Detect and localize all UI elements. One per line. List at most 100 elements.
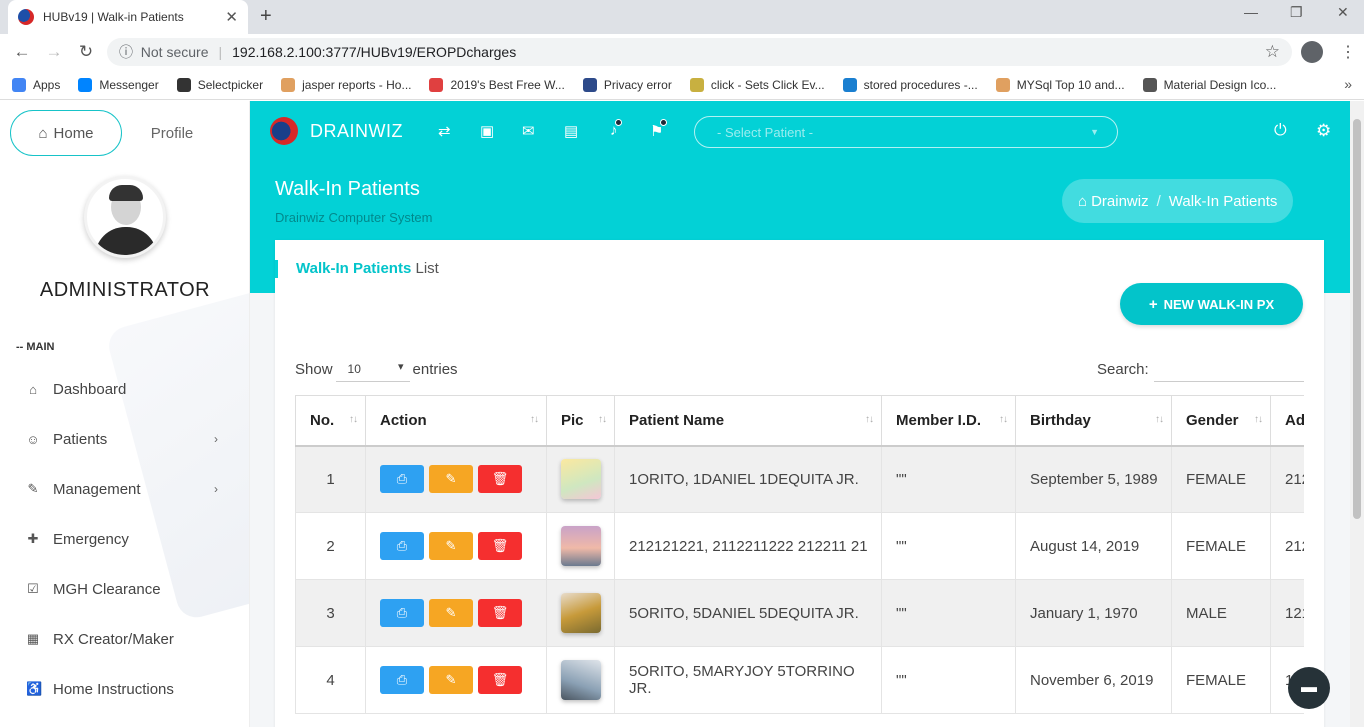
bookmark-item[interactable]: stored procedures -... (842, 77, 978, 92)
mail-icon[interactable]: ✉ (522, 122, 535, 140)
account-avatar-icon[interactable] (1301, 41, 1323, 63)
search-input[interactable] (1153, 356, 1304, 382)
column-header[interactable]: Pic ↑↓ (546, 395, 615, 447)
bell-icon[interactable]: ♪ (610, 119, 622, 139)
sidebar-item-dashboard[interactable]: ⌂ Dashboard (0, 364, 249, 414)
browser-menu-icon[interactable]: ⋮ (1340, 42, 1356, 62)
sidebar-item-home-instructions[interactable]: ♿ Home Instructions (0, 664, 249, 714)
row-actions: ⎙ ✎ 🗑 (365, 579, 547, 647)
swap-icon[interactable]: ⇄ (438, 122, 451, 140)
bookmark-item[interactable]: Apps (12, 77, 60, 92)
print-button[interactable]: ⎙ (380, 465, 424, 494)
pencil-icon: ✎ (445, 471, 457, 487)
column-header[interactable]: Member I.D. ↑↓ (881, 395, 1016, 447)
print-button[interactable]: ⎙ (380, 666, 424, 694)
minimize-icon[interactable]: — (1244, 4, 1258, 20)
main-content: DRAINWIZ ⇄ ▣ ✉ ▤ ♪ ⚑ - Select Patient - … (250, 101, 1364, 727)
edit-button[interactable]: ✎ (429, 532, 473, 560)
page-scrollbar[interactable] (1350, 101, 1364, 727)
bookmark-item[interactable]: jasper reports - Ho... (281, 77, 411, 92)
bookmark-item[interactable]: Privacy error (582, 77, 672, 92)
column-header[interactable]: Ad (1270, 395, 1304, 447)
back-icon[interactable]: ← (6, 42, 38, 62)
sidebar-item-emergency[interactable]: ✚ Emergency (0, 514, 249, 564)
logo-icon (270, 117, 298, 145)
bookmark-star-icon[interactable]: ☆ (1265, 42, 1280, 62)
patient-photo[interactable] (560, 526, 601, 566)
sidebar-item-mgh-clearance[interactable]: ☑ MGH Clearance (0, 564, 249, 614)
brand-logo[interactable]: DRAINWIZ (270, 117, 403, 145)
bookmark-item[interactable]: click - Sets Click Ev... (689, 77, 825, 92)
patient-photo[interactable] (560, 459, 601, 500)
reload-icon[interactable]: ↻ (70, 42, 102, 62)
close-tab-icon[interactable]: ✕ (225, 8, 238, 26)
omnibox[interactable]: ⓘ Not secure | 192.168.2.100:3777/HUBv19… (107, 38, 1292, 66)
bookmark-item[interactable]: Selectpicker (176, 77, 263, 92)
new-tab-button[interactable]: + (260, 5, 272, 28)
calendar-icon[interactable]: ▣ (480, 122, 494, 140)
column-header[interactable]: Action ↑↓ (365, 395, 547, 447)
tab-home[interactable]: ⌂ Home (10, 110, 122, 156)
address-bar-row: ← → ↻ ⓘ Not secure | 192.168.2.100:3777/… (0, 34, 1364, 70)
column-header[interactable]: Gender ↑↓ (1171, 395, 1271, 447)
birthday: November 6, 2019 (1015, 646, 1172, 714)
bookmark-item[interactable]: Messenger (78, 77, 159, 92)
entries-label: entries (412, 360, 458, 378)
select-patient-dropdown[interactable]: - Select Patient - ▼ (694, 116, 1118, 148)
restore-icon[interactable]: ❐ (1290, 4, 1303, 21)
close-window-icon[interactable]: ✕ (1337, 4, 1349, 21)
breadcrumb-home[interactable]: Drainwiz (1091, 193, 1149, 210)
chat-icon[interactable]: ▬ (1288, 667, 1330, 709)
sidebar-item-label: Emergency (53, 530, 129, 548)
print-button[interactable]: ⎙ (380, 599, 424, 627)
bookmark-item[interactable]: 2019's Best Free W... (429, 77, 565, 92)
table-row[interactable]: 1 ⎙ ✎ 🗑 1ORITO, 1DANIEL 1DEQUITA JR. "" Septem… (295, 445, 1304, 513)
sort-icon: ↑↓ (530, 414, 539, 425)
edit-button[interactable]: ✎ (429, 599, 473, 627)
edit-button[interactable]: ✎ (429, 465, 473, 494)
nav-item-icon: ▦ (26, 631, 40, 646)
power-icon[interactable]: ⏻ (1274, 122, 1287, 140)
browser-tab[interactable]: HUBv19 | Walk-in Patients ✕ (8, 0, 248, 34)
avatar[interactable] (84, 176, 166, 258)
edit-button[interactable]: ✎ (429, 666, 473, 694)
delete-button[interactable]: 🗑 (478, 666, 522, 694)
row-number: 3 (295, 579, 366, 647)
info-icon[interactable]: ⓘ (119, 42, 133, 62)
gear-icon[interactable]: ⚙ (1316, 121, 1331, 141)
patients-table: No. ↑↓ Action ↑↓ Pic ↑↓ Patient Name ↑↓ Member I… (295, 395, 1304, 714)
column-header[interactable]: Birthday ↑↓ (1015, 395, 1172, 447)
column-header[interactable]: No. ↑↓ (295, 395, 366, 447)
bookmark-item[interactable]: MYSql Top 10 and... (995, 77, 1125, 92)
nav-item-icon: ✚ (27, 531, 39, 546)
contact-card-icon[interactable]: ▤ (564, 122, 578, 140)
column-header[interactable]: Patient Name ↑↓ (614, 395, 882, 447)
sidebar-item-rx-creator-maker[interactable]: ▦ RX Creator/Maker (0, 614, 249, 664)
patient-photo[interactable] (560, 593, 601, 633)
url-text[interactable]: 192.168.2.100:3777/HUBv19/EROPDcharges (232, 44, 516, 60)
delete-button[interactable]: 🗑 (478, 465, 522, 494)
trash-icon: 🗑 (491, 538, 509, 553)
new-walkin-label: NEW WALK-IN PX (1163, 296, 1275, 312)
delete-button[interactable]: 🗑 (478, 532, 522, 560)
flag-icon[interactable]: ⚑ (650, 119, 668, 140)
table-row[interactable]: 3 ⎙ ✎ 🗑 5ORITO, 5DANIEL 5DEQUITA JR. "" Januar… (295, 579, 1304, 647)
delete-button[interactable]: 🗑 (478, 599, 522, 627)
sidebar-item-patients[interactable]: ☺ Patients › (0, 414, 249, 464)
forward-icon[interactable]: → (38, 42, 70, 62)
bookmark-item[interactable]: Material Design Ico... (1142, 77, 1276, 92)
sidebar-item-management[interactable]: ✎ Management › (0, 464, 249, 514)
row-number: 4 (295, 646, 366, 714)
print-button[interactable]: ⎙ (380, 532, 424, 560)
patient-photo[interactable] (560, 660, 601, 700)
card-heading-rest: List (411, 260, 439, 277)
bookmarks-overflow-icon[interactable]: » (1344, 76, 1352, 92)
tab-profile[interactable]: Profile (122, 110, 222, 156)
bookmark-icon (12, 77, 26, 92)
column-header-label: No. (310, 411, 335, 429)
table-row[interactable]: 2 ⎙ ✎ 🗑 212121221, 2112211222 212211 21 "" Aug… (295, 512, 1304, 580)
entries-select[interactable]: 10 (335, 356, 410, 382)
member-id: "" (881, 445, 1016, 513)
table-row[interactable]: 4 ⎙ ✎ 🗑 5ORITO, 5MARYJOY 5TORRINO JR. "" Novem… (295, 646, 1304, 714)
new-walkin-button[interactable]: + NEW WALK-IN PX (1120, 283, 1303, 325)
